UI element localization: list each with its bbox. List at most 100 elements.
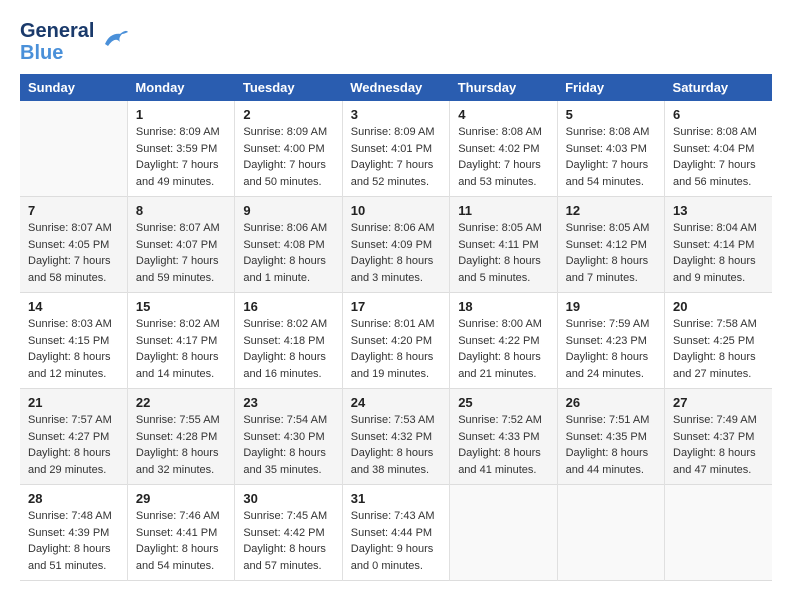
- day-info-line: Daylight: 9 hours: [351, 543, 434, 555]
- day-info-line: Sunrise: 8:08 AM: [458, 126, 542, 138]
- day-info: Sunrise: 7:55 AMSunset: 4:28 PMDaylight:…: [136, 412, 226, 478]
- day-info-line: Sunset: 4:35 PM: [566, 431, 647, 443]
- day-info-line: Sunrise: 7:46 AM: [136, 510, 220, 522]
- day-info-line: Sunset: 4:42 PM: [243, 527, 324, 539]
- day-number: 23: [243, 395, 333, 410]
- day-info-line: and 27 minutes.: [673, 368, 751, 380]
- day-info-line: and 56 minutes.: [673, 176, 751, 188]
- day-info-line: Sunset: 4:37 PM: [673, 431, 754, 443]
- day-info: Sunrise: 8:02 AMSunset: 4:17 PMDaylight:…: [136, 316, 226, 382]
- header-row: SundayMondayTuesdayWednesdayThursdayFrid…: [20, 74, 772, 101]
- day-info-line: and 44 minutes.: [566, 464, 644, 476]
- day-number: 11: [458, 203, 548, 218]
- day-number: 25: [458, 395, 548, 410]
- day-info: Sunrise: 7:46 AM Sunset: 4:41 PM Daylight:…: [136, 508, 226, 574]
- day-info: Sunrise: 8:08 AMSunset: 4:03 PMDaylight:…: [566, 124, 656, 190]
- calendar-cell: 23Sunrise: 7:54 AMSunset: 4:30 PMDayligh…: [235, 389, 342, 485]
- day-info-line: Sunset: 4:18 PM: [243, 335, 324, 347]
- day-info-line: Daylight: 8 hours: [243, 447, 326, 459]
- day-info-line: and 3 minutes.: [351, 272, 423, 284]
- day-info-line: Sunrise: 7:51 AM: [566, 414, 650, 426]
- calendar-cell: 3Sunrise: 8:09 AMSunset: 4:01 PMDaylight…: [342, 101, 449, 197]
- day-info-line: and 59 minutes.: [136, 272, 214, 284]
- day-info: Sunrise: 7:58 AMSunset: 4:25 PMDaylight:…: [673, 316, 764, 382]
- day-info-line: Sunrise: 8:09 AM: [351, 126, 435, 138]
- calendar-cell: 18Sunrise: 8:00 AMSunset: 4:22 PMDayligh…: [450, 293, 557, 389]
- day-info: Sunrise: 8:05 AMSunset: 4:12 PMDaylight:…: [566, 220, 656, 286]
- day-number: 12: [566, 203, 656, 218]
- calendar-cell: 26Sunrise: 7:51 AMSunset: 4:35 PMDayligh…: [557, 389, 664, 485]
- calendar-cell: 9Sunrise: 8:06 AMSunset: 4:08 PMDaylight…: [235, 197, 342, 293]
- day-info-line: and 35 minutes.: [243, 464, 321, 476]
- day-info-line: Daylight: 8 hours: [136, 543, 219, 555]
- day-info: Sunrise: 7:51 AMSunset: 4:35 PMDaylight:…: [566, 412, 656, 478]
- day-info: Sunrise: 7:52 AMSunset: 4:33 PMDaylight:…: [458, 412, 548, 478]
- header-saturday: Saturday: [665, 74, 772, 101]
- day-info: Sunrise: 8:08 AMSunset: 4:02 PMDaylight:…: [458, 124, 548, 190]
- day-info-line: Daylight: 7 hours: [243, 159, 326, 171]
- day-info-line: Daylight: 7 hours: [136, 255, 219, 267]
- day-info-line: Sunset: 4:41 PM: [136, 527, 217, 539]
- day-info-line: Daylight: 8 hours: [458, 447, 541, 459]
- day-info-line: Daylight: 7 hours: [136, 159, 219, 171]
- day-info-line: Sunrise: 8:02 AM: [136, 318, 220, 330]
- header-thursday: Thursday: [450, 74, 557, 101]
- day-info-line: Sunrise: 8:04 AM: [673, 222, 757, 234]
- week-row-1: 1Sunrise: 8:09 AMSunset: 3:59 PMDaylight…: [20, 101, 772, 197]
- calendar-cell: 2Sunrise: 8:09 AMSunset: 4:00 PMDaylight…: [235, 101, 342, 197]
- day-number: 18: [458, 299, 548, 314]
- day-info: Sunrise: 8:02 AMSunset: 4:18 PMDaylight:…: [243, 316, 333, 382]
- day-info: Sunrise: 8:09 AMSunset: 4:01 PMDaylight:…: [351, 124, 441, 190]
- calendar-cell: 16 Sunrise: 8:02 AMSunset: 4:18 PMDayligh…: [235, 293, 342, 389]
- day-info-line: and 0 minutes.: [351, 560, 423, 572]
- day-info-line: Daylight: 8 hours: [673, 351, 756, 363]
- logo-blue: Blue: [20, 42, 94, 64]
- day-number: 16: [243, 299, 333, 314]
- day-info-line: Daylight: 8 hours: [136, 447, 219, 459]
- day-info-line: Daylight: 8 hours: [243, 543, 326, 555]
- day-info-line: Sunset: 4:03 PM: [566, 143, 647, 155]
- day-info-line: Sunset: 4:23 PM: [566, 335, 647, 347]
- day-info: Sunrise: 7:49 AMSunset: 4:37 PMDaylight:…: [673, 412, 764, 478]
- day-number: 22: [136, 395, 226, 410]
- week-row-5: 28Sunrise: 7:48 AMSunset: 4:39 PMDayligh…: [20, 485, 772, 581]
- day-number: 4: [458, 107, 548, 122]
- day-info-line: Sunset: 4:28 PM: [136, 431, 217, 443]
- calendar-cell: 17Sunrise: 8:01 AMSunset: 4:20 PMDayligh…: [342, 293, 449, 389]
- day-info-line: Sunrise: 8:09 AM: [243, 126, 327, 138]
- day-info-line: Sunrise: 7:59 AM: [566, 318, 650, 330]
- day-info-line: Daylight: 8 hours: [28, 447, 111, 459]
- day-info-line: Sunrise: 8:06 AM: [351, 222, 435, 234]
- day-info-line: Sunrise: 8:05 AM: [566, 222, 650, 234]
- day-info: Sunrise: 8:06 AMSunset: 4:09 PMDaylight:…: [351, 220, 441, 286]
- day-info-line: Sunset: 4:00 PM: [243, 143, 324, 155]
- day-info-line: Sunset: 4:17 PM: [136, 335, 217, 347]
- day-info-line: Sunrise: 8:09 AM: [136, 126, 220, 138]
- day-info-line: and 5 minutes.: [458, 272, 530, 284]
- day-info: Sunrise: 8:06 AMSunset: 4:08 PMDaylight:…: [243, 220, 333, 286]
- day-number: 19: [566, 299, 656, 314]
- header-friday: Friday: [557, 74, 664, 101]
- day-info-line: and 52 minutes.: [351, 176, 429, 188]
- day-info-line: and 14 minutes.: [136, 368, 214, 380]
- calendar-cell: 25 Sunrise: 7:52 AMSunset: 4:33 PMDayligh…: [450, 389, 557, 485]
- day-info-line: Daylight: 8 hours: [673, 447, 756, 459]
- day-info-line: Sunrise: 8:07 AM: [136, 222, 220, 234]
- day-info-line: and 7 minutes.: [566, 272, 638, 284]
- calendar-cell: 20Sunrise: 7:58 AMSunset: 4:25 PMDayligh…: [665, 293, 772, 389]
- day-info-line: Sunset: 4:32 PM: [351, 431, 432, 443]
- calendar-cell: 12 Sunrise: 8:05 AMSunset: 4:12 PMDayligh…: [557, 197, 664, 293]
- day-info-line: Daylight: 8 hours: [243, 255, 326, 267]
- day-info-line: Sunrise: 7:57 AM: [28, 414, 112, 426]
- day-info-line: Daylight: 8 hours: [351, 447, 434, 459]
- day-number: 15: [136, 299, 226, 314]
- calendar-cell: 31Sunrise: 7:43 AMSunset: 4:44 PMDayligh…: [342, 485, 449, 581]
- day-info-line: and 58 minutes.: [28, 272, 106, 284]
- day-info-line: Sunrise: 7:54 AM: [243, 414, 327, 426]
- day-info-line: and 32 minutes.: [136, 464, 214, 476]
- day-info-line: Sunrise: 7:52 AM: [458, 414, 542, 426]
- header-wednesday: Wednesday: [342, 74, 449, 101]
- logo-bird-icon: [100, 24, 130, 61]
- calendar-cell: 5Sunrise: 8:08 AMSunset: 4:03 PMDaylight…: [557, 101, 664, 197]
- day-info-line: and 54 minutes.: [566, 176, 644, 188]
